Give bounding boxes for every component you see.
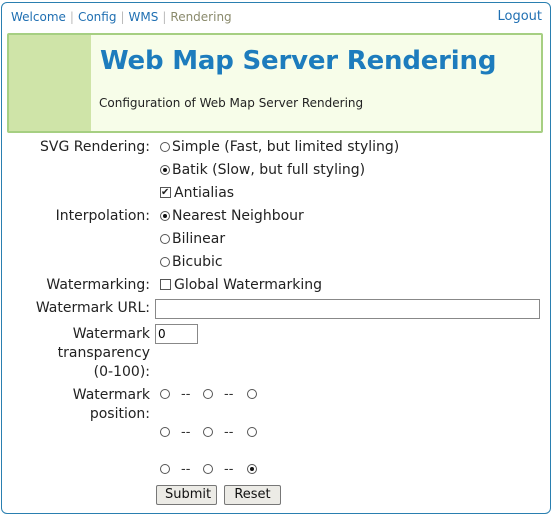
top-nav: Welcome | Config | WMS | Rendering bbox=[11, 10, 232, 24]
interp-bilinear-radio[interactable] bbox=[160, 234, 170, 244]
interp-nearest-radio[interactable] bbox=[160, 211, 170, 221]
global-watermarking-option[interactable]: Global Watermarking bbox=[160, 276, 322, 295]
position-separator: -- bbox=[181, 425, 191, 440]
reset-button[interactable]: Reset bbox=[224, 485, 281, 505]
nav-wms[interactable]: WMS bbox=[129, 10, 159, 24]
antialias-checkbox[interactable] bbox=[160, 187, 171, 198]
nav-welcome[interactable]: Welcome bbox=[11, 10, 66, 24]
position-separator: -- bbox=[224, 462, 234, 477]
nav-config[interactable]: Config bbox=[78, 10, 117, 24]
svg-rendering-label: SVG Rendering: bbox=[40, 139, 150, 155]
watermark-url-label: Watermark URL: bbox=[35, 300, 150, 316]
watermark-url-input[interactable] bbox=[155, 299, 540, 319]
position-separator: -- bbox=[181, 387, 191, 402]
watermark-position-label-1: Watermark bbox=[72, 387, 150, 403]
watermark-transparency-label-1: Watermark bbox=[72, 326, 150, 342]
page-banner: Web Map Server Rendering Configuration o… bbox=[7, 33, 543, 133]
position-separator: -- bbox=[181, 462, 191, 477]
svg-batik-radio[interactable] bbox=[160, 165, 170, 175]
page-title: Web Map Server Rendering bbox=[100, 46, 497, 76]
nav-rendering-current: Rendering bbox=[170, 10, 232, 24]
position-separator: -- bbox=[224, 425, 234, 440]
nav-separator: | bbox=[69, 10, 74, 24]
watermark-transparency-label-3: (0-100): bbox=[93, 364, 150, 380]
interp-bilinear-label: Bilinear bbox=[172, 231, 226, 247]
interp-bilinear-option[interactable]: Bilinear bbox=[160, 230, 225, 249]
global-watermarking-label: Global Watermarking bbox=[174, 277, 322, 293]
watermark-position-label-2: position: bbox=[89, 406, 150, 422]
page-description: Configuration of Web Map Server Renderin… bbox=[99, 96, 364, 110]
position-radio-bottom-left[interactable] bbox=[160, 464, 170, 474]
svg-simple-label: Simple (Fast, but limited styling) bbox=[172, 139, 400, 155]
svg-simple-radio[interactable] bbox=[160, 142, 170, 152]
position-radio-top-right[interactable] bbox=[247, 389, 257, 399]
svg-batik-label: Batik (Slow, but full styling) bbox=[172, 162, 366, 178]
position-radio-top-center[interactable] bbox=[203, 389, 213, 399]
interp-bicubic-label: Bicubic bbox=[172, 254, 223, 270]
svg-simple-option[interactable]: Simple (Fast, but limited styling) bbox=[160, 138, 399, 157]
interp-nearest-option[interactable]: Nearest Neighbour bbox=[160, 207, 304, 226]
position-radio-top-left[interactable] bbox=[160, 389, 170, 399]
position-radio-middle-right[interactable] bbox=[247, 427, 257, 437]
banner-stripe bbox=[9, 35, 91, 131]
nav-separator: | bbox=[120, 10, 125, 24]
watermark-transparency-input[interactable] bbox=[155, 324, 198, 344]
position-radio-bottom-center[interactable] bbox=[203, 464, 213, 474]
svg-batik-option[interactable]: Batik (Slow, but full styling) bbox=[160, 161, 365, 180]
interp-nearest-label: Nearest Neighbour bbox=[172, 208, 304, 224]
nav-separator: | bbox=[162, 10, 167, 24]
antialias-label: Antialias bbox=[174, 185, 235, 201]
position-radio-middle-center[interactable] bbox=[203, 427, 213, 437]
position-radio-bottom-right[interactable] bbox=[247, 464, 257, 474]
watermarking-label: Watermarking: bbox=[46, 277, 150, 293]
position-separator: -- bbox=[224, 387, 234, 402]
watermark-transparency-label-2: transparency bbox=[57, 345, 150, 361]
interp-bicubic-option[interactable]: Bicubic bbox=[160, 253, 223, 272]
interpolation-label: Interpolation: bbox=[55, 208, 150, 224]
global-watermarking-checkbox[interactable] bbox=[160, 279, 171, 290]
interp-bicubic-radio[interactable] bbox=[160, 257, 170, 267]
antialias-option[interactable]: Antialias bbox=[160, 184, 234, 203]
position-radio-middle-left[interactable] bbox=[160, 427, 170, 437]
logout-link[interactable]: Logout bbox=[497, 9, 542, 24]
submit-button[interactable]: Submit bbox=[156, 485, 217, 505]
